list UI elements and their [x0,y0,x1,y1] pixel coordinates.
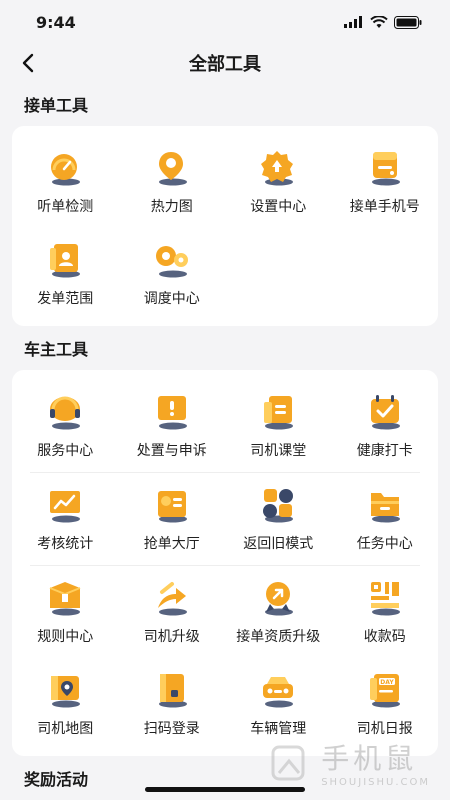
status-time: 9:44 [36,12,76,32]
classroom-icon [258,392,298,432]
tool-label: 司机日报 [356,721,413,737]
tool-row: 服务中心 处置与申诉 司机课堂 健康打卡 [12,380,438,472]
status-icons [344,15,422,29]
tool-label: 司机地图 [37,721,94,737]
signal-icon [344,16,362,28]
tool-item[interactable]: 接单手机号 [332,136,439,228]
tool-item[interactable]: 设置中心 [225,136,332,228]
watermark-domain: SHOUJISHU.COM [321,777,430,788]
tool-item[interactable]: 热力图 [119,136,226,228]
tool-item[interactable]: 扫码登录 [119,658,226,750]
tool-row: 规则中心 司机升级 接单资质升级 收款码 [12,566,438,658]
old-mode-icon [258,485,298,525]
tool-row: 听单检测 热力图 设置中心 接单手机号 [12,136,438,228]
tool-item[interactable]: 司机地图 [12,658,119,750]
watermark: 手机鼠 SHOUJISHU.COM [269,737,430,788]
tool-label: 收款码 [363,629,406,645]
rules-box-icon [45,578,85,618]
section-title: 车主工具 [24,340,89,359]
tool-card: 听单检测 热力图 设置中心 接单手机号发单范围 调度中心 [12,126,438,326]
gauge-icon [45,148,85,188]
tool-item[interactable]: 发单范围 [12,228,119,320]
appeal-icon [152,392,192,432]
tool-item[interactable]: 返回旧模式 [225,473,332,565]
back-button[interactable] [14,48,42,78]
tool-label: 接单手机号 [349,199,420,215]
tool-label: 接单资质升级 [236,629,321,645]
tool-label: 返回旧模式 [243,536,314,552]
page-title: 全部工具 [189,54,261,75]
phone-card-icon [365,148,405,188]
tool-item[interactable]: 任务中心 [332,473,439,565]
tool-item[interactable]: 司机课堂 [225,380,332,472]
tool-item[interactable]: 处置与申诉 [119,380,226,472]
scan-login-icon [152,670,192,710]
tool-card: 服务中心 处置与申诉 司机课堂 健康打卡 考核统计 抢单大厅 返回旧模式 任务中心 规则中心 司机… [12,370,438,756]
tool-item[interactable]: 接单资质升级 [225,566,332,658]
tool-label: 热力图 [150,199,193,215]
tool-item[interactable]: 调度中心 [119,228,226,320]
tool-label: 调度中心 [143,291,200,307]
tool-label: 车辆管理 [250,721,307,737]
tool-item[interactable]: 听单检测 [12,136,119,228]
watermark-logo-icon [271,745,305,780]
tool-item[interactable]: 服务中心 [12,380,119,472]
tool-row: 发单范围 调度中心 [12,228,438,320]
tool-item[interactable]: 健康打卡 [332,380,439,472]
driver-map-icon [45,670,85,710]
tool-label: 服务中心 [37,443,94,459]
tool-label: 规则中心 [37,629,94,645]
tool-label: 抢单大厅 [143,536,200,552]
back-arrow-icon [22,53,34,73]
tool-item[interactable]: 规则中心 [12,566,119,658]
tool-label: 司机课堂 [250,443,307,459]
status-bar: 9:44 [0,0,450,44]
tool-label: 扫码登录 [143,721,200,737]
svg-text:DAY: DAY [380,679,394,686]
tool-label: 设置中心 [250,199,307,215]
dispatch-icon [152,240,192,280]
watermark-text: 手机鼠 [321,742,418,775]
headset-icon [45,392,85,432]
upgrade-arrow-icon [152,578,192,618]
nav-bar: 全部工具 [0,44,450,82]
tool-item[interactable]: 抢单大厅 [119,473,226,565]
daily-report-icon: DAY [365,670,405,710]
tool-row: 考核统计 抢单大厅 返回旧模式 任务中心 [12,473,438,565]
home-indicator [145,787,305,792]
task-folder-icon [365,485,405,525]
grab-order-icon [152,485,192,525]
health-checkin-icon [365,392,405,432]
tool-sections: 接单工具听单检测 热力图 设置中心 接单手机号发单范围 调度中心车主工具服务中心 处置与申… [0,82,450,800]
tool-label: 听单检测 [37,199,94,215]
tool-item[interactable]: 考核统计 [12,473,119,565]
tool-label: 健康打卡 [356,443,413,459]
settings-gear-icon [258,148,298,188]
tool-label: 任务中心 [356,536,413,552]
qualification-badge-icon [258,578,298,618]
tool-item[interactable]: 司机升级 [119,566,226,658]
tool-label: 处置与申诉 [136,443,207,459]
section-title: 接单工具 [24,96,89,115]
tool-label: 发单范围 [37,291,94,307]
location-pin-icon [152,148,192,188]
range-card-icon [45,240,85,280]
tool-label: 考核统计 [37,536,94,552]
car-icon [258,670,298,710]
statistics-board-icon [45,485,85,525]
tool-label: 司机升级 [143,629,200,645]
tool-item[interactable]: 收款码 [332,566,439,658]
battery-icon [394,15,422,29]
qr-code-icon [365,578,405,618]
wifi-icon [370,15,388,28]
